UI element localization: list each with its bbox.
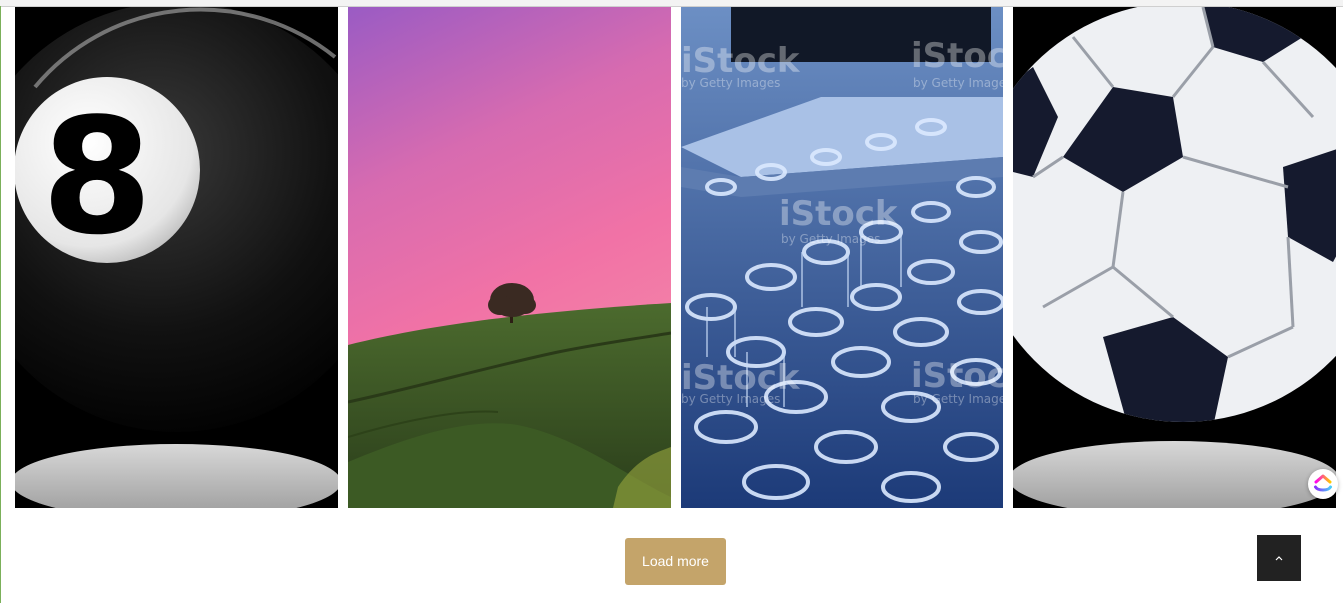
gallery-tile-tree-hill[interactable]: [348, 7, 671, 508]
tree-on-hill-image: [348, 7, 671, 508]
watermark-text: iStock: [911, 356, 1003, 396]
watermark-sub: by Getty Images: [913, 76, 1003, 90]
image-gallery: 8 iStock by Getty Images iStoc by Getty …: [15, 7, 1336, 508]
chevron-up-icon: [1275, 556, 1283, 561]
watermark-sub: by Getty Images: [913, 392, 1003, 406]
watermark-text: iStock: [681, 41, 801, 81]
watermark-sub: by Getty Images: [681, 392, 780, 406]
left-border: [0, 6, 1, 603]
watermark-text: iStock: [911, 36, 1003, 76]
eight-ball-image: 8: [15, 7, 338, 508]
scroll-to-top-button[interactable]: [1257, 535, 1301, 581]
watermark-sub: by Getty Images: [781, 232, 880, 246]
top-border: [0, 0, 1343, 7]
eight-ball-number: 8: [41, 83, 152, 270]
gallery-tile-test-tubes[interactable]: iStock by Getty Images iStock by Getty I…: [681, 7, 1003, 508]
page: 8 iStock by Getty Images iStoc by Getty …: [0, 0, 1343, 603]
gallery-tile-soccer-ball[interactable]: [1013, 7, 1336, 508]
watermark-sub: by Getty Images: [681, 76, 780, 90]
clickup-widget-button[interactable]: [1308, 469, 1338, 499]
watermark-text: iStock: [779, 194, 899, 234]
clickup-logo-icon: [1314, 474, 1332, 492]
soccer-ball-image: [1013, 7, 1336, 508]
load-more-button[interactable]: Load more: [625, 538, 726, 585]
gallery-tile-eight-ball[interactable]: 8: [15, 7, 338, 508]
test-tubes-image: iStock by Getty Images iStock by Getty I…: [681, 7, 1003, 508]
